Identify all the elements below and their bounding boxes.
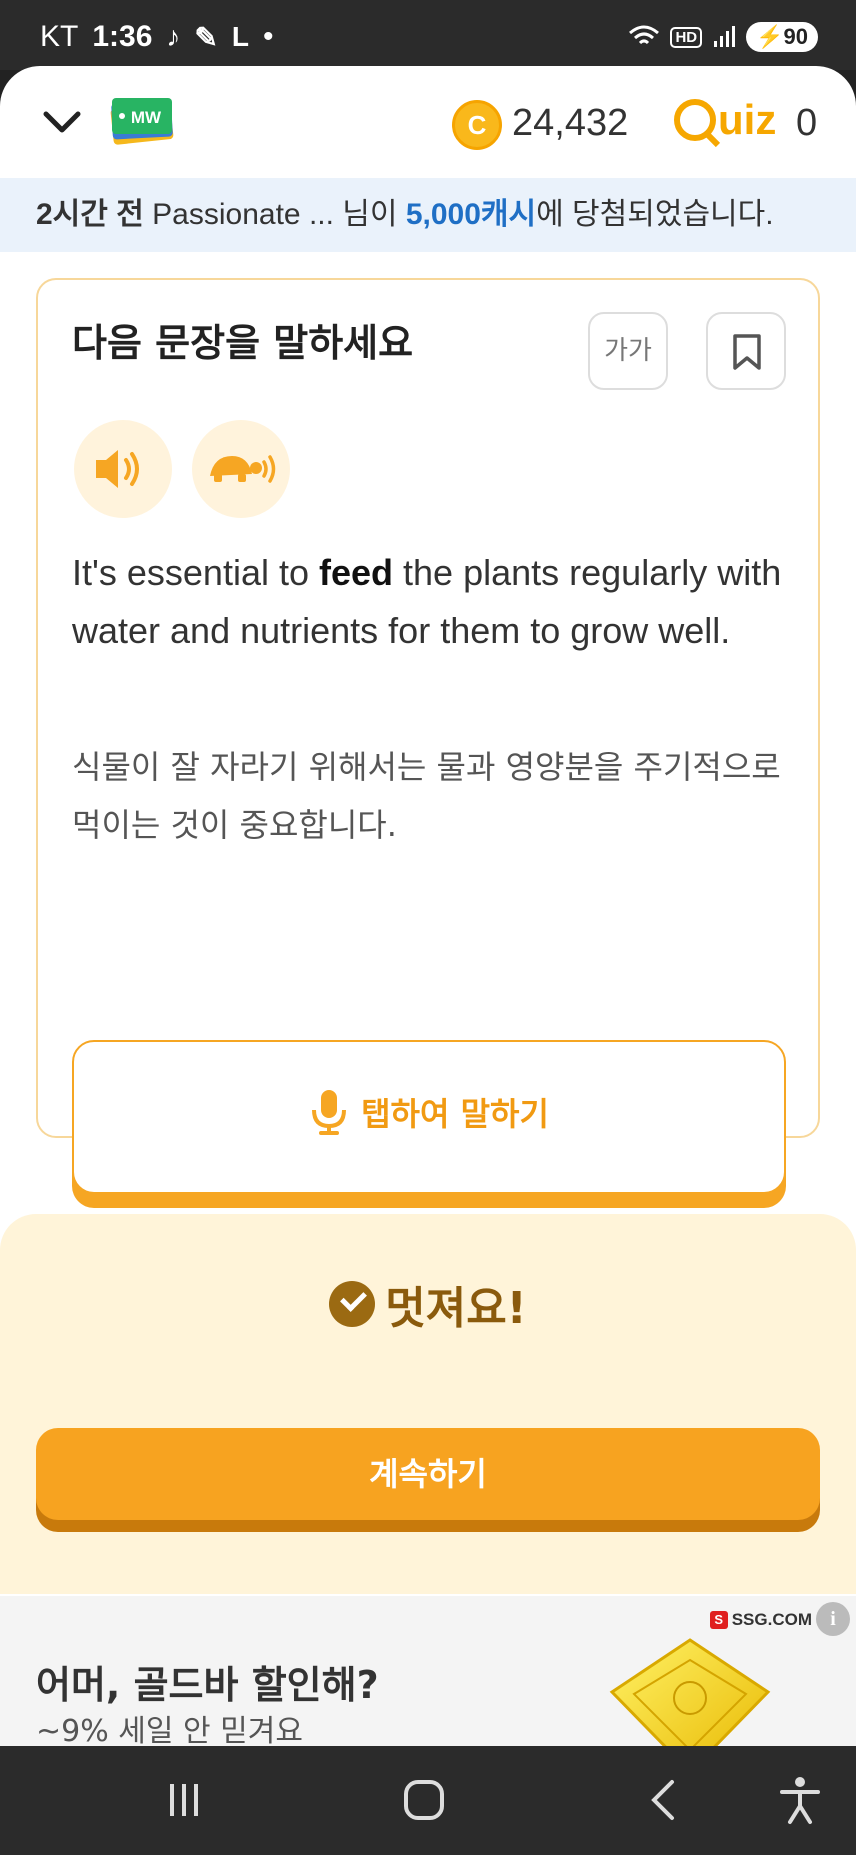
quiz-q-icon xyxy=(674,99,716,141)
font-size-button[interactable]: 가가 xyxy=(588,312,668,390)
notice-amount: 5,000캐시 xyxy=(405,198,537,231)
speak-button-label: 탭하여 말하기 xyxy=(361,1095,549,1133)
question-card: 다음 문장을 말하세요 가가 It's essential to feed th… xyxy=(36,278,820,1194)
back-icon[interactable] xyxy=(634,1770,694,1830)
notification-letter: L xyxy=(231,21,249,52)
pencil-icon: ✎ xyxy=(194,21,218,53)
result-panel: 멋져요! 계속하기 xyxy=(0,1214,856,1594)
hd-badge: HD xyxy=(670,26,703,48)
play-slow-audio-button[interactable] xyxy=(192,420,290,518)
sentence-before: It's essential to xyxy=(72,552,319,593)
logo-text: MW xyxy=(131,108,162,127)
ad-brand: S SSG.COM xyxy=(709,1610,812,1630)
home-icon[interactable] xyxy=(394,1770,454,1830)
signal-icon xyxy=(714,26,736,47)
gold-bar-image xyxy=(609,1638,771,1746)
quiz-logo: uiz xyxy=(674,96,776,144)
system-nav-bar xyxy=(0,1746,856,1855)
carrier-label: KT xyxy=(40,20,79,53)
bookmark-icon xyxy=(733,334,761,370)
app-sheet: MW C 24,432 uiz 0 2시간 전 Passionate ... 님… xyxy=(0,66,856,1746)
speaker-icon xyxy=(96,450,139,488)
bookmark-button[interactable] xyxy=(706,312,786,390)
winner-notice: 2시간 전 Passionate ... 님이 5,000캐시에 당첨되었습니다… xyxy=(0,178,856,252)
korean-translation: 식물이 잘 자라기 위해서는 물과 영양분을 주기적으로 먹이는 것이 중요합니… xyxy=(72,748,781,844)
app-logo: MW xyxy=(110,98,174,145)
ad-subtitle: ~9% 세일 안 믿겨요 xyxy=(36,1714,303,1746)
microphone-icon xyxy=(312,1090,347,1135)
ad-info-icon[interactable]: i xyxy=(816,1602,850,1636)
notice-mid: 님이 xyxy=(342,198,398,231)
english-sentence: It's essential to feed the plants regula… xyxy=(72,544,792,660)
notification-dot: • xyxy=(262,20,274,53)
sentence-keyword: feed xyxy=(319,552,394,593)
coin-icon: C xyxy=(452,100,502,150)
battery-indicator: ⚡90 xyxy=(746,22,818,52)
notice-time: 2시간 전 xyxy=(36,198,144,231)
card-title: 다음 문장을 말하세요 xyxy=(72,321,414,365)
coin-balance: 24,432 xyxy=(512,102,629,144)
app-header: MW C 24,432 uiz 0 xyxy=(0,66,856,178)
tiktok-icon: ♪ xyxy=(166,21,181,52)
play-audio-button[interactable] xyxy=(74,420,172,518)
check-circle-icon xyxy=(329,1281,376,1327)
wifi-icon xyxy=(629,25,660,45)
recent-apps-icon[interactable] xyxy=(154,1770,214,1830)
ssg-logo-icon: S xyxy=(709,1611,728,1629)
tap-to-speak-button[interactable]: 탭하여 말하기 xyxy=(72,1040,786,1194)
continue-button[interactable]: 계속하기 xyxy=(36,1428,820,1520)
ad-banner[interactable]: 어머, 골드바 할인해? ~9% 세일 안 믿겨요 S SSG.COM i xyxy=(0,1596,856,1746)
chevron-down-icon[interactable] xyxy=(40,102,84,142)
clock: 1:36 xyxy=(92,20,153,53)
battery-level: 90 xyxy=(783,24,808,49)
quiz-logo-text: uiz xyxy=(718,96,777,143)
turtle-speaker-icon xyxy=(210,455,276,483)
quiz-count: 0 xyxy=(796,102,818,144)
ad-title: 어머, 골드바 할인해? xyxy=(36,1663,379,1707)
ad-brand-label: SSG.COM xyxy=(731,1610,812,1629)
result-message: 멋져요! xyxy=(385,1283,527,1334)
notice-end: 에 당첨되었습니다. xyxy=(536,198,774,231)
notice-user: Passionate ... xyxy=(152,198,334,231)
accessibility-icon[interactable] xyxy=(770,1770,830,1830)
status-bar: KT 1:36 ♪ ✎ L • HD ⚡90 xyxy=(0,0,856,70)
